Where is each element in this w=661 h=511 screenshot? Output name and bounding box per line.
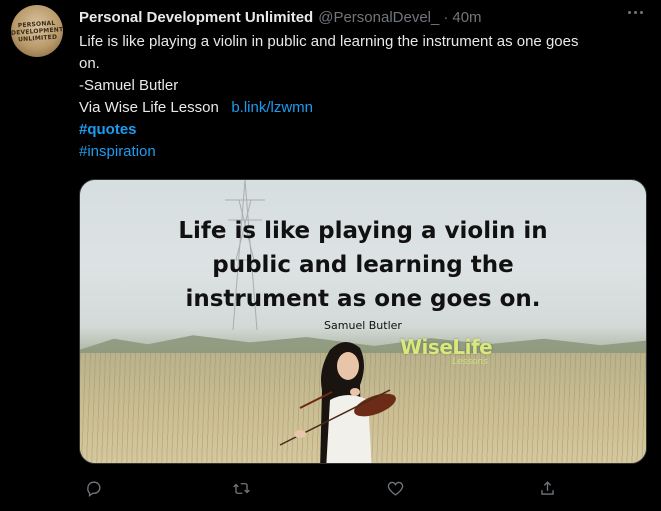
- share-icon[interactable]: [533, 474, 561, 502]
- tweet-via-line: Via Wise Life Lesson b.link/lzwmn: [79, 97, 644, 119]
- tweet-header: Personal Development Unlimited @Personal…: [79, 6, 641, 28]
- tweet-link[interactable]: b.link/lzwmn: [231, 99, 313, 116]
- avatar[interactable]: PERSONAL DEVELOPMENT UNLIMITED: [11, 5, 63, 57]
- user-handle[interactable]: @PersonalDevel_: [318, 9, 439, 26]
- hashtag-quotes[interactable]: #quotes: [79, 119, 644, 141]
- like-icon[interactable]: [381, 474, 409, 502]
- separator-dot: ·: [443, 8, 449, 26]
- via-text: Via Wise Life Lesson: [79, 99, 219, 116]
- avatar-logo: PERSONAL DEVELOPMENT UNLIMITED: [11, 19, 63, 43]
- tweet-text-line: Life is like playing a violin in public …: [79, 33, 579, 50]
- media-quote-text: Life is like playing a violin in public …: [178, 218, 548, 312]
- display-name[interactable]: Personal Development Unlimited: [79, 9, 313, 26]
- tweet-body: Life is like playing a violin in public …: [79, 31, 644, 163]
- more-icon[interactable]: [628, 11, 643, 14]
- tweet-text-line: on.: [79, 55, 100, 72]
- tweet-media-image[interactable]: Life is like playing a violin in public …: [79, 179, 647, 464]
- watermark-logo: WiseLife Lessons: [400, 335, 493, 367]
- reply-icon[interactable]: [79, 474, 107, 502]
- tweet-timestamp[interactable]: 40m: [452, 9, 481, 26]
- tweet-actions: [79, 474, 559, 502]
- retweet-icon[interactable]: [227, 474, 255, 502]
- tweet-text-line: -Samuel Butler: [79, 77, 179, 94]
- hashtag-inspiration[interactable]: #inspiration: [79, 141, 644, 163]
